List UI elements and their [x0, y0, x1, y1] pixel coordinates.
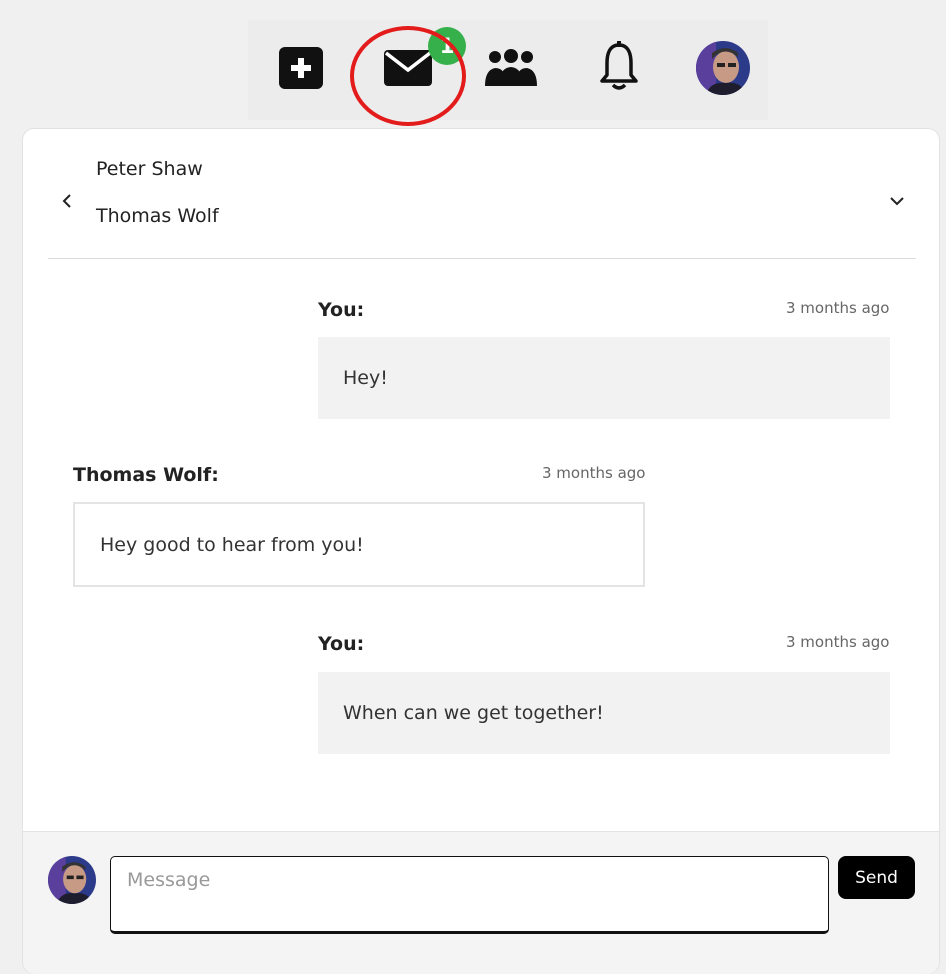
bell-icon[interactable] [598, 40, 640, 92]
message-input[interactable] [110, 856, 829, 934]
message-timestamp: 3 months ago [786, 633, 890, 651]
chevron-down-icon[interactable] [887, 193, 907, 209]
participant-name: Peter Shaw [96, 158, 203, 180]
avatar [48, 856, 96, 904]
participant-name: Thomas Wolf [96, 205, 219, 227]
plus-icon[interactable] [279, 47, 323, 89]
message-author: Thomas Wolf: [73, 464, 219, 486]
message-timestamp: 3 months ago [542, 464, 646, 482]
unread-badge: 1 [428, 27, 466, 65]
chevron-left-icon[interactable] [58, 191, 76, 211]
message-text: Hey! [343, 367, 388, 389]
message-bubble: Hey good to hear from you! [73, 502, 645, 587]
message-bubble: When can we get together! [318, 672, 890, 754]
message-text: Hey good to hear from you! [100, 533, 364, 556]
message-timestamp: 3 months ago [786, 299, 890, 317]
send-button[interactable]: Send [838, 856, 915, 899]
conversation-card: Peter Shaw Thomas Wolf You: 3 months ago… [22, 128, 940, 974]
users-icon[interactable] [482, 46, 540, 90]
avatar[interactable] [696, 41, 750, 95]
conversation-header: Peter Shaw Thomas Wolf [23, 129, 939, 259]
message-text: When can we get together! [343, 702, 604, 724]
message-bubble: Hey! [318, 337, 890, 419]
top-nav: 1 [248, 20, 768, 126]
message-author: You: [318, 633, 365, 655]
message-author: You: [318, 299, 365, 321]
divider [48, 258, 916, 259]
message-composer: Send [23, 831, 939, 974]
